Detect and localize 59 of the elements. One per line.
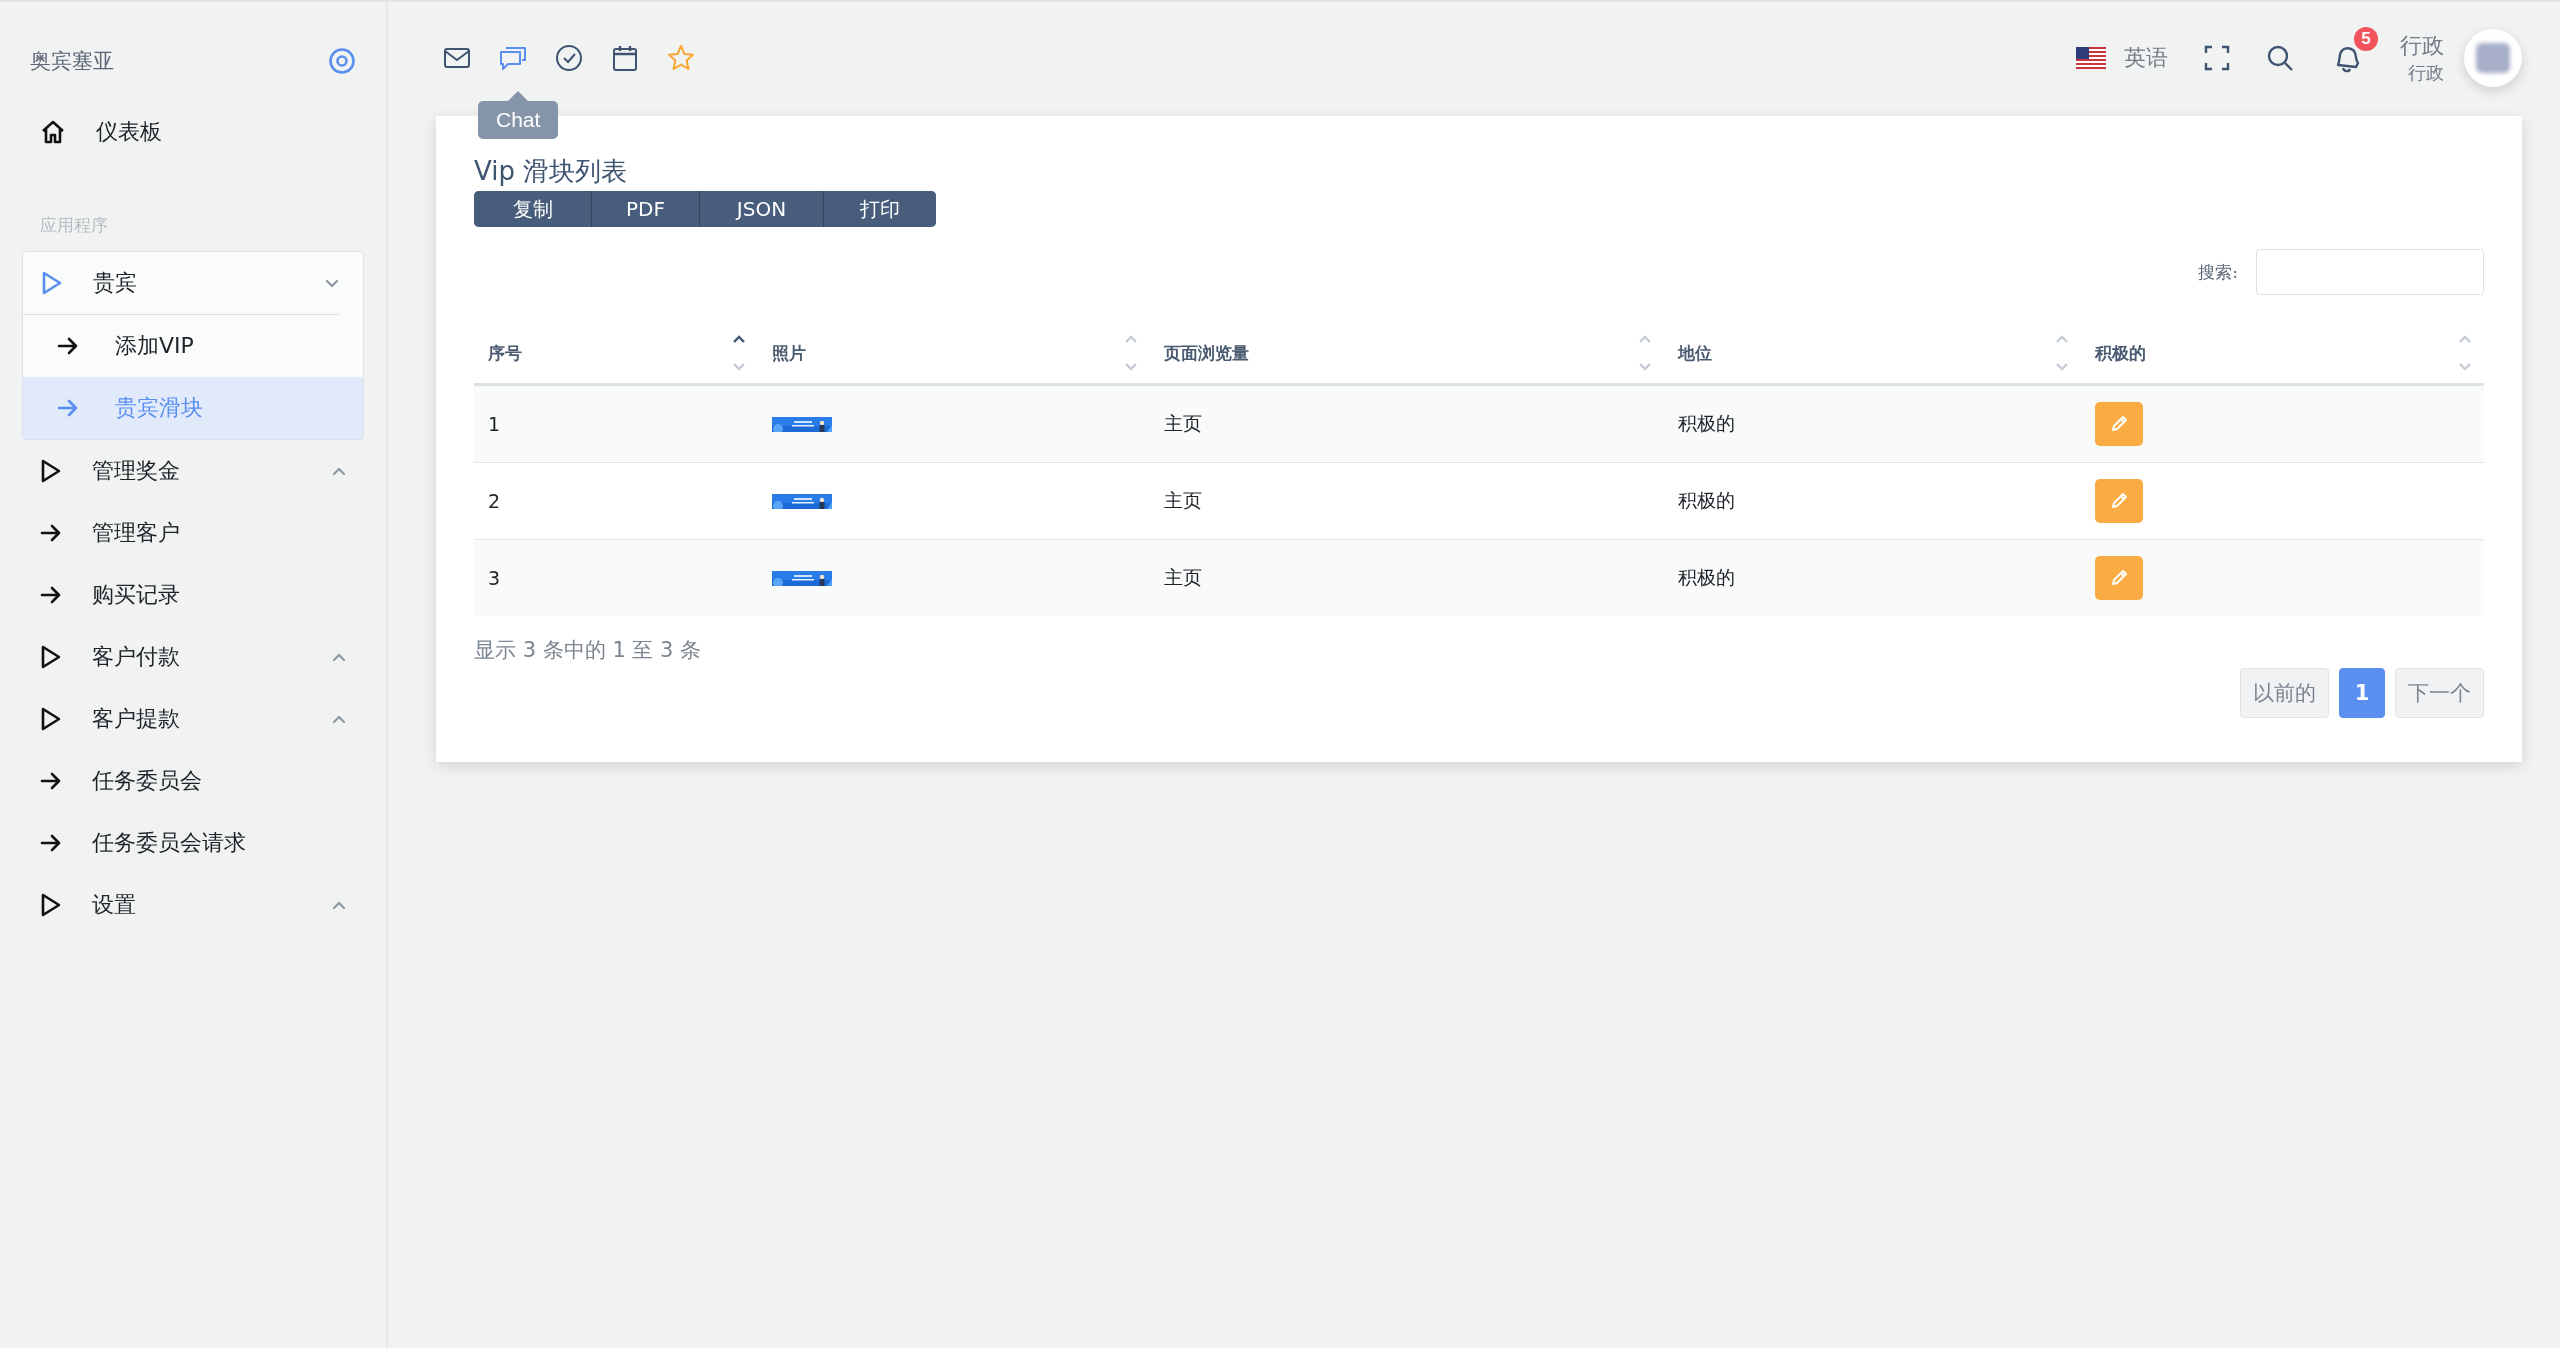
sidebar-item[interactable]: 购买记录 — [22, 564, 364, 626]
target-icon[interactable] — [328, 47, 356, 75]
submenu-item[interactable]: 添加VIP — [23, 315, 363, 377]
sidebar-item[interactable]: 任务委员会请求 — [22, 812, 364, 874]
table-cell-text: 积极的 — [1676, 488, 1736, 513]
sidebar-item[interactable]: 设置 — [22, 874, 364, 936]
triangle-icon — [40, 644, 62, 670]
pencil-icon — [2109, 491, 2130, 511]
arrow-icon — [57, 337, 79, 355]
user-role: 行政 — [2408, 61, 2444, 85]
flag-icon[interactable] — [2076, 47, 2106, 69]
avatar[interactable] — [2464, 29, 2522, 87]
sort-icon[interactable] — [731, 333, 746, 373]
table-cell-text: 3 — [487, 567, 502, 589]
triangle-icon — [40, 706, 62, 732]
sidebar-item[interactable]: 管理客户 — [22, 502, 364, 564]
table-info: 显示 3 条中的 1 至 3 条 — [474, 637, 703, 664]
arrow-icon — [40, 834, 62, 852]
table-cell-text: 主页 — [1163, 411, 1204, 436]
card-title: Vip 滑块列表 — [474, 155, 629, 188]
arrow-icon — [40, 586, 62, 604]
arrow-icon — [40, 772, 62, 790]
table-cell-text: 2 — [487, 490, 502, 512]
triangle-icon — [41, 270, 63, 296]
sidebar-item[interactable]: 仪表板 — [22, 100, 364, 164]
table-cell-text: 积极的 — [1676, 565, 1736, 590]
tooltip: Chat — [478, 91, 559, 139]
pencil-icon — [2109, 414, 2130, 434]
arrow-icon — [57, 399, 79, 417]
edit-button[interactable] — [2095, 479, 2144, 523]
fullscreen-icon[interactable] — [2204, 45, 2230, 71]
language-label[interactable]: 英语 — [2124, 43, 2168, 73]
sidebar-item[interactable]: 管理奖金 — [22, 440, 364, 502]
table-cell-text: 主页 — [1163, 488, 1204, 513]
table-cell-text: 1 — [487, 413, 502, 435]
export-button[interactable]: 复制 — [474, 191, 592, 227]
edit-button[interactable] — [2095, 402, 2144, 446]
table-cell-text: 主页 — [1163, 565, 1204, 590]
check-circle-icon[interactable] — [554, 43, 584, 73]
arrow-icon — [40, 524, 62, 542]
star-icon[interactable] — [666, 43, 696, 73]
sidebar-item[interactable]: 贵宾 — [23, 252, 339, 315]
search-label: 搜索: — [2198, 260, 2238, 284]
calendar-icon[interactable] — [610, 43, 640, 73]
search-field[interactable] — [2256, 249, 2484, 295]
home-icon — [40, 119, 66, 145]
brand-name: 奥宾塞亚 — [30, 48, 114, 75]
sidebar-item[interactable]: 任务委员会 — [22, 750, 364, 812]
sidebar-item[interactable]: 客户提款 — [22, 688, 364, 750]
edit-button[interactable] — [2095, 556, 2144, 600]
search-icon[interactable] — [2266, 44, 2294, 72]
sidebar-item[interactable]: 客户付款 — [22, 626, 364, 688]
triangle-icon — [40, 458, 62, 484]
pencil-icon — [2109, 568, 2130, 588]
triangle-icon — [40, 892, 62, 918]
section-label: 应用程序 — [39, 214, 109, 237]
notification-badge: 5 — [2354, 27, 2378, 51]
user-name: 行政 — [2400, 32, 2444, 60]
table-cell-text: 积极的 — [1676, 411, 1736, 436]
